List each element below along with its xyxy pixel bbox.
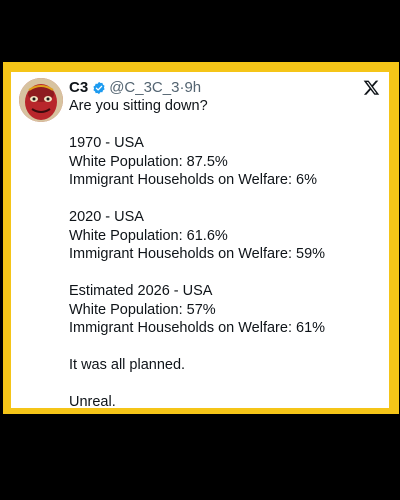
tweet-header: C3 @C_3C_3 · 9h — [69, 79, 201, 97]
display-name[interactable]: C3 — [69, 79, 88, 97]
tweet-line: 1970 - USA — [69, 135, 144, 151]
tweet-line: Immigrant Households on Welfare: 6% — [69, 172, 317, 188]
tweet-card[interactable]: C3 @C_3C_3 · 9h Are you sitting down? 19… — [11, 72, 389, 408]
tweet-line-gap — [69, 116, 379, 135]
tweet-line: Are you sitting down? — [69, 98, 208, 114]
tweet-line-gap — [69, 338, 379, 357]
avatar-image-icon — [19, 78, 63, 122]
x-logo-icon[interactable] — [363, 79, 380, 96]
tweet-line-gap — [69, 190, 379, 209]
tweet-line: Unreal. — [69, 394, 116, 408]
tweet-line: White Population: 61.6% — [69, 227, 228, 244]
tweet-line: White Population: 87.5% — [69, 153, 228, 170]
tweet-line: It was all planned. — [69, 357, 186, 373]
verified-badge-icon — [92, 81, 106, 95]
tweet-line-gap — [69, 375, 379, 394]
tweet-line-gap — [69, 264, 379, 283]
timestamp[interactable]: 9h — [184, 79, 201, 97]
tweet-line: Immigrant Households on Welfare: 61% — [69, 320, 326, 336]
tweet-line: White Population: 57% — [69, 301, 216, 318]
avatar[interactable] — [19, 78, 63, 122]
tweet-text: Are you sitting down? 1970 - USA White P… — [69, 97, 379, 408]
tweet-line: Immigrant Households on Welfare: 59% — [69, 246, 326, 262]
user-handle[interactable]: @C_3C_3 — [109, 79, 179, 97]
tweet-line: 2020 - USA — [69, 209, 144, 225]
tweet-line: Estimated 2026 - USA — [69, 283, 213, 299]
